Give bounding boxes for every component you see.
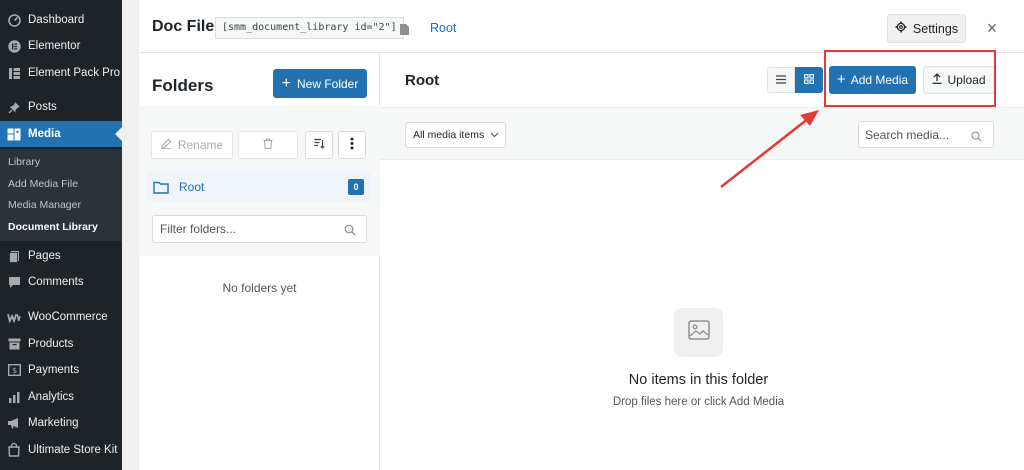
annotation-highlight-box [824,50,996,107]
submenu-media-manager[interactable]: Media Manager [8,199,81,211]
plus-icon: + [281,74,291,92]
megaphone-icon [7,416,21,430]
folders-title: Folders [152,76,214,95]
admin-sidebar: Dashboard Elementor Element Pack Pro Pos… [0,0,122,470]
submenu-add-media-file[interactable]: Add Media File [8,178,78,190]
analytics-icon [7,390,21,404]
folder-icon [153,181,169,194]
sidebar-item-dashboard[interactable]: Dashboard [0,8,122,32]
more-options-button[interactable] [338,131,366,159]
sort-button[interactable] [305,131,333,159]
sidebar-item-label: Marketing [28,417,79,429]
empty-state-icon-box [674,308,723,357]
comment-icon [7,275,21,289]
pin-icon [7,100,21,114]
sidebar-item-posts[interactable]: Posts [0,95,122,119]
element-pack-icon [7,66,21,80]
sidebar-item-media[interactable]: Media [0,121,122,147]
settings-label: Settings [912,21,959,36]
sidebar-item-label: Payments [28,364,80,376]
page-icon [7,249,21,263]
sidebar-item-woocommerce[interactable]: WooCommerce [0,305,122,329]
sidebar-item-label: Products [28,338,74,350]
payments-icon: $ [7,363,21,377]
folder-title: Root [405,72,440,89]
search-icon [971,129,982,142]
bag-icon [7,443,21,457]
edit-icon [161,138,172,152]
sidebar-item-element-pack-pro[interactable]: Element Pack Pro [0,61,122,85]
sidebar-item-marketing[interactable]: Marketing [0,411,122,435]
rename-label: Rename [177,138,224,152]
media-type-select[interactable]: All media items [405,122,506,148]
sidebar-item-label: Posts [28,101,57,113]
folders-pane: Folders + New Folder Rename Root 0 Filte… [139,53,380,470]
settings-button[interactable]: Settings [887,14,966,43]
list-view-button[interactable] [767,67,795,93]
sidebar-item-label: Media [28,128,61,140]
chevron-down-icon [490,129,499,141]
grid-icon [804,71,814,89]
no-folders-text: No folders yet [222,281,297,295]
sidebar-item-pages[interactable]: Pages [0,244,122,268]
filter-folders-input[interactable] [152,215,367,243]
rename-button[interactable]: Rename [151,131,233,159]
media-filter-bar: All media items [380,107,1024,160]
trash-icon [263,138,273,152]
search-icon [344,223,356,236]
sidebar-item-label: WooCommerce [28,311,108,323]
sidebar-item-label: Elementor [28,40,81,52]
shortcode-badge[interactable]: [smm_document_library id="2"] [215,17,404,39]
breadcrumb[interactable]: Root [430,21,456,35]
dashboard-icon [7,13,21,27]
sort-icon [314,138,325,152]
sidebar-item-label: Comments [28,276,84,288]
sidebar-item-label: Dashboard [28,14,85,26]
empty-state-subtitle: Drop files here or click Add Media [612,396,785,408]
sidebar-item-payments[interactable]: $ Payments [0,358,122,382]
delete-folder-button[interactable] [238,131,298,159]
media-icon [7,127,21,141]
sidebar-item-label: Pages [28,250,61,262]
media-pane: Root + Add Media Upload All media items [380,50,1024,470]
list-icon [776,73,786,87]
sidebar-item-label: Ultimate Store Kit [28,444,118,456]
sidebar-item-comments[interactable]: Comments [0,270,122,294]
archive-icon [7,337,21,351]
document-icon [400,22,409,35]
close-button[interactable]: × [984,18,1000,38]
kebab-menu-icon [350,137,354,153]
submenu-library[interactable]: Library [8,156,40,168]
new-folder-label: New Folder [296,76,359,91]
sidebar-item-ultimate-store-kit[interactable]: Ultimate Store Kit [0,438,122,462]
new-folder-button[interactable]: + New Folder [273,69,367,98]
gear-icon [895,21,907,36]
svg-text:$: $ [11,366,16,375]
elementor-icon [7,39,21,53]
document-library-modal: Doc File [smm_document_library id="2"] R… [139,0,1024,470]
empty-state-title: No items in this folder [628,372,769,388]
sidebar-item-label: Analytics [28,391,75,403]
sidebar-item-elementor[interactable]: Elementor [0,34,122,58]
media-submenu: Library Add Media File Media Manager Doc… [0,149,122,241]
modal-title: Doc File [152,18,215,35]
image-placeholder-icon [687,320,710,345]
modal-header: Doc File [smm_document_library id="2"] R… [139,0,1024,53]
folder-label: Root [179,180,205,194]
grid-view-button[interactable] [795,67,823,93]
submenu-document-library[interactable]: Document Library [8,221,98,233]
media-type-select-value: All media items [413,129,485,141]
sidebar-item-products[interactable]: Products [0,332,122,356]
folder-row-root[interactable]: Root 0 [147,172,371,202]
sidebar-item-analytics[interactable]: Analytics [0,385,122,409]
sidebar-item-label: Element Pack Pro [28,67,121,79]
folder-count-badge: 0 [348,179,364,195]
woocommerce-icon [7,310,21,324]
